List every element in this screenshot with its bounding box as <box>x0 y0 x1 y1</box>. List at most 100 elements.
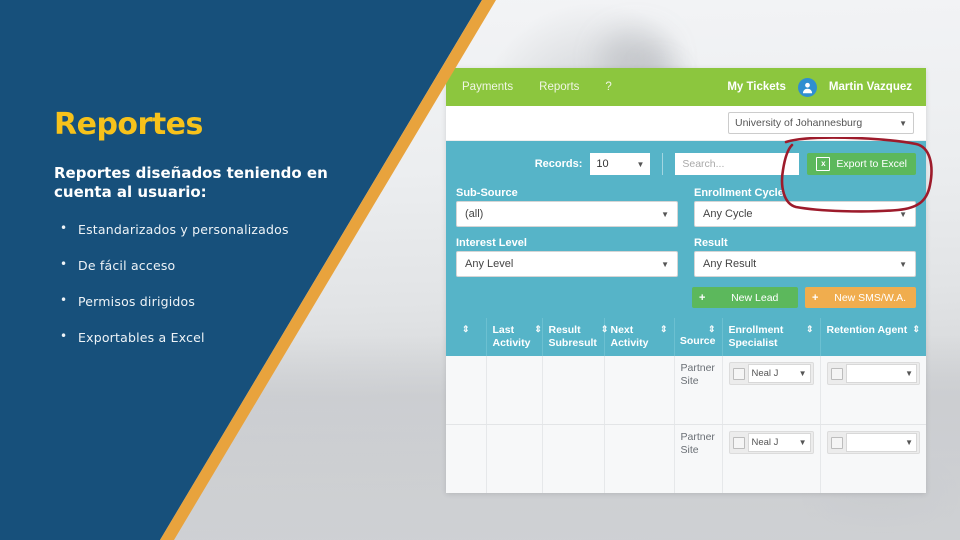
column-label-source: Source <box>679 335 716 348</box>
sort-updown-icon: ⇕ <box>805 324 814 334</box>
enrollment-specialist-control[interactable]: Neal J ▼ <box>728 431 814 455</box>
checkbox-icon[interactable] <box>732 436 745 449</box>
nav-link-help[interactable]: ? <box>605 81 611 93</box>
chevron-down-icon: ▼ <box>798 437 807 447</box>
checkbox-icon[interactable] <box>732 367 745 380</box>
filter-label-interest-level: Interest Level <box>456 237 527 249</box>
column-header-retention-agent[interactable]: Retention Agent ⇕ <box>820 318 926 357</box>
list-item: Estandarizados y personalizados <box>54 221 384 237</box>
list-item: Permisos dirigidos <box>54 293 384 309</box>
records-label: Records: <box>534 158 583 170</box>
org-select[interactable]: University of Johannesburg ▼ <box>728 112 914 134</box>
export-to-excel-label: Export to Excel <box>836 158 907 170</box>
filter-field-enrollment-cycle: Enrollment Cycle Any Cycle ▼ <box>694 187 916 233</box>
chevron-down-icon: ▼ <box>899 209 907 219</box>
cell-retention-agent: ▼ <box>820 424 926 493</box>
nav-link-reports[interactable]: Reports <box>539 81 579 93</box>
table-body: Partner Site Neal J ▼ ▼ Partner Site Nea… <box>446 356 926 493</box>
checkbox-icon[interactable] <box>830 367 843 380</box>
retention-agent-control[interactable]: ▼ <box>826 362 920 386</box>
filter-label-sub-source: Sub-Source <box>456 187 518 199</box>
excel-file-icon: x <box>816 157 831 171</box>
column-header-result-subresult[interactable]: Result Subresult ⇕ <box>542 318 608 357</box>
page-title: Reportes <box>54 107 203 142</box>
cell-select <box>446 424 487 493</box>
table-header: ⇕ Last Activity ⇕ Result Subresult ⇕ Nex… <box>446 318 926 357</box>
nav-link-payments[interactable]: Payments <box>462 81 513 93</box>
sort-updown-icon: ⇕ <box>912 324 920 334</box>
cell-retention-agent: ▼ <box>820 356 926 426</box>
enrollment-specialist-select[interactable]: Neal J ▼ <box>747 364 811 384</box>
new-lead-button[interactable]: + New Lead <box>692 287 799 308</box>
app-screenshot: Payments Reports ? My Tickets Martin Vaz… <box>446 68 926 493</box>
toolbar-divider <box>662 153 664 175</box>
filter-value-result: Any Result <box>703 258 757 270</box>
checkbox-icon[interactable] <box>830 436 843 449</box>
filter-field-sub-source: Sub-Source (all) ▼ <box>456 187 678 233</box>
column-label-enrollment-specialist: Enrollment Specialist <box>728 324 784 350</box>
filter-value-enrollment-cycle: Any Cycle <box>703 208 753 220</box>
column-header-select[interactable]: ⇕ <box>446 318 487 357</box>
cell-result-subresult <box>542 424 605 493</box>
chevron-down-icon: ▼ <box>798 368 807 378</box>
sort-updown-icon: ⇕ <box>534 324 542 334</box>
list-item: Exportables a Excel <box>54 329 384 345</box>
column-header-next-activity[interactable]: Next Activity ⇕ <box>604 318 675 357</box>
column-header-source[interactable]: ⇕ Source <box>674 318 723 357</box>
filter-select-enrollment-cycle[interactable]: Any Cycle ▼ <box>694 201 916 227</box>
enrollment-specialist-select[interactable]: Neal J ▼ <box>747 433 811 453</box>
nav-user-name[interactable]: Martin Vazquez <box>829 81 912 93</box>
column-label-retention-agent: Retention Agent <box>826 324 908 336</box>
column-label-next-activity: Next Activity <box>610 324 649 350</box>
filter-panel: Records: 10 ▼ Search... x Export to Exce… <box>446 141 926 318</box>
cell-result-subresult <box>542 356 605 426</box>
column-label-last-activity: Last Activity <box>492 324 531 350</box>
filter-grid: Sub-Source (all) ▼ Enrollment Cycle Any … <box>456 187 916 283</box>
slide-subtitle: Reportes diseñados teniendo en cuenta al… <box>54 164 328 201</box>
retention-agent-control[interactable]: ▼ <box>826 431 920 455</box>
column-header-enrollment-specialist[interactable]: Enrollment Specialist ⇕ <box>722 318 821 357</box>
sort-updown-icon: ⇕ <box>659 324 668 334</box>
cell-next-activity <box>604 356 675 426</box>
filter-value-interest-level: Any Level <box>465 258 514 270</box>
cell-enrollment-specialist: Neal J ▼ <box>722 424 821 493</box>
table-row[interactable]: Partner Site Neal J ▼ ▼ <box>446 424 926 493</box>
chevron-down-icon: ▼ <box>905 437 913 447</box>
cell-enrollment-specialist: Neal J ▼ <box>722 356 821 426</box>
filter-select-interest-level[interactable]: Any Level ▼ <box>456 251 678 277</box>
chevron-down-icon: ▼ <box>661 209 669 219</box>
column-header-last-activity[interactable]: Last Activity ⇕ <box>486 318 543 357</box>
export-to-excel-button[interactable]: x Export to Excel <box>807 153 916 175</box>
filter-field-interest-level: Interest Level Any Level ▼ <box>456 237 678 283</box>
filter-select-sub-source[interactable]: (all) ▼ <box>456 201 678 227</box>
leads-table: ⇕ Last Activity ⇕ Result Subresult ⇕ Nex… <box>446 318 926 493</box>
chevron-down-icon: ▼ <box>899 259 907 269</box>
panel-toolbar: Records: 10 ▼ Search... x Export to Exce… <box>456 141 916 187</box>
filter-label-result: Result <box>694 237 728 249</box>
sort-updown-icon: ⇕ <box>600 324 609 334</box>
org-select-value: University of Johannesburg <box>735 117 863 129</box>
enrollment-specialist-value: Neal J <box>751 436 779 448</box>
enrollment-specialist-value: Neal J <box>751 367 779 379</box>
filter-select-result[interactable]: Any Result ▼ <box>694 251 916 277</box>
app-top-nav: Payments Reports ? My Tickets Martin Vaz… <box>446 68 926 106</box>
sort-updown-icon: ⇕ <box>707 324 716 334</box>
retention-agent-select[interactable]: ▼ <box>845 364 917 384</box>
column-label-result-subresult: Result Subresult <box>548 324 597 350</box>
enrollment-specialist-control[interactable]: Neal J ▼ <box>728 362 814 386</box>
filter-value-sub-source: (all) <box>465 208 484 220</box>
chevron-down-icon: ▼ <box>905 368 913 378</box>
records-select[interactable]: 10 ▼ <box>590 153 651 175</box>
table-header-row: ⇕ Last Activity ⇕ Result Subresult ⇕ Nex… <box>446 318 926 357</box>
plus-icon: + <box>812 291 819 304</box>
list-item: De fácil acceso <box>54 257 384 273</box>
filter-label-enrollment-cycle: Enrollment Cycle <box>694 187 784 199</box>
retention-agent-select[interactable]: ▼ <box>845 433 917 453</box>
records-select-value: 10 <box>596 158 609 170</box>
cell-last-activity <box>486 356 543 426</box>
new-sms-wa-button[interactable]: + New SMS/W.A. <box>805 287 916 308</box>
new-lead-label: New Lead <box>731 291 779 304</box>
search-input[interactable]: Search... <box>675 153 800 175</box>
nav-link-my-tickets[interactable]: My Tickets <box>727 81 786 93</box>
table-row[interactable]: Partner Site Neal J ▼ ▼ <box>446 356 926 426</box>
